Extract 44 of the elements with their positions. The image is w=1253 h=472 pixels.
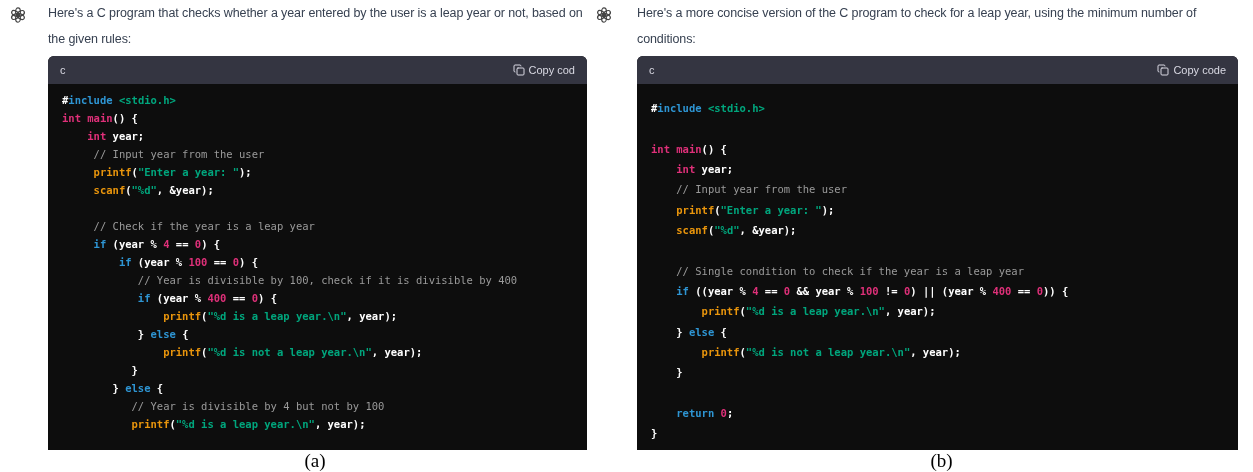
code-line: #include <stdio.h> (651, 101, 765, 117)
language-label: c (60, 62, 66, 78)
code-line: printf("%d is not a leap year.\n", year); (162, 345, 423, 361)
code-line: // Year is divisible by 4 but not by 100 (130, 399, 385, 415)
code-line: } (130, 363, 138, 379)
language-label: c (649, 62, 655, 78)
code-line: printf("Enter a year: "); (92, 165, 252, 181)
copy-icon (512, 64, 525, 76)
code-line: // Input year from the user (92, 147, 265, 163)
swirl-logo-icon (9, 6, 27, 24)
code-line: } (651, 426, 658, 441)
code-line: printf("%d is a leap year.\n", year); (700, 304, 936, 320)
code-line: if (year % 400 == 0) { (136, 291, 277, 307)
code-line: } else { (136, 327, 189, 343)
code-line: } (675, 365, 683, 381)
code-line: } else { (675, 324, 727, 340)
code-line: if ((year % 4 == 0 && year % 100 != 0) || (year % 400 == 0)) { (675, 283, 1069, 300)
code-line: printf("Enter a year: "); (675, 202, 835, 218)
code-line: // Input year from the user (675, 182, 847, 198)
code-line: scanf("%d", &year); (675, 223, 797, 239)
copy-code-button[interactable]: Copy code (1157, 61, 1226, 79)
code-line: scanf("%d", &year); (92, 183, 214, 199)
copy-icon (1157, 64, 1170, 76)
code-line: // Single condition to check if the year is a leap year (675, 263, 1024, 279)
code-line: int main() { (651, 141, 727, 157)
code-line: printf("%d is a leap year.\n", year); (162, 309, 398, 325)
code-line: int year; (675, 162, 734, 178)
code-line: if (year % 100 == 0) { (117, 255, 258, 271)
code-line: if (year % 4 == 0) { (92, 237, 221, 253)
assistant-message: Here's a more concise version of the C program to check for a leap year, using the minimum number of conditions: (637, 5, 1198, 48)
code-line: #include <stdio.h> (62, 93, 176, 109)
figure-caption: (a) (304, 450, 326, 472)
assistant-message: Here's a C program that checks whether a year entered by the user is a leap year or not, based on the given rules: (48, 5, 584, 48)
code-line: // Year is divisible by 100, check if it is divisible by 400 (136, 273, 518, 289)
code-line: int year; (86, 129, 145, 145)
copy-code-button[interactable]: Copy cod (512, 61, 575, 79)
code-line: } else { (111, 381, 164, 397)
code-line: return 0; (675, 405, 734, 421)
code-line: printf("%d is not a leap year.\n", year); (700, 344, 961, 360)
code-line: printf("%d is a leap year.\n", year); (130, 417, 366, 433)
swirl-logo-icon (595, 6, 613, 24)
code-line: // Check if the year is a leap year (92, 219, 315, 235)
code-line: int main() { (62, 111, 138, 127)
figure-caption: (b) (930, 450, 953, 472)
